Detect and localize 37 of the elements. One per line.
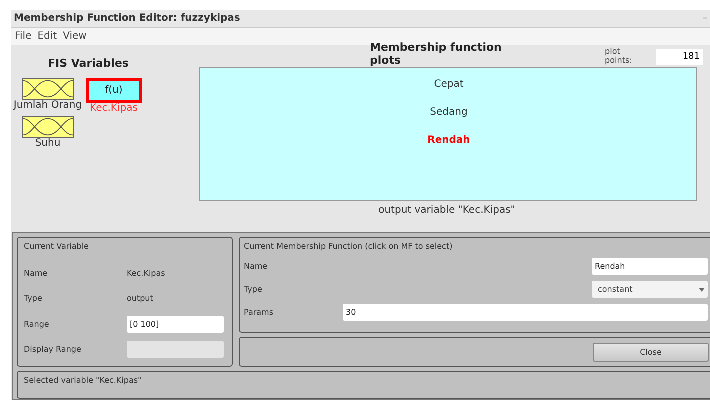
menu-item[interactable]: Edit	[38, 31, 58, 42]
membership-curves-icon[interactable]	[22, 78, 74, 100]
mf-label[interactable]: Sedang	[200, 107, 698, 118]
menu-item[interactable]: File	[15, 31, 32, 42]
plot-points-label: plot points:	[605, 47, 634, 65]
output-function-box[interactable]: f(u)	[86, 78, 142, 103]
field-value: output	[127, 294, 154, 304]
field-label: Range	[24, 320, 50, 329]
field-value: Kec.Kipas	[127, 268, 166, 278]
plot-title: Membership function plots	[370, 41, 503, 67]
panel-heading: FIS Variables	[48, 57, 129, 70]
input-field[interactable]: [0 100]	[127, 316, 224, 333]
group-title: Current Membership Function (click on MF to select)	[244, 242, 454, 251]
variable-name: Jumlah Orang	[14, 100, 82, 111]
group-title: Current Variable	[24, 242, 90, 251]
menu-item[interactable]: View	[63, 31, 87, 42]
plot-caption: output variable "Kec.Kipas"	[378, 205, 516, 216]
mf-label[interactable]: Rendah	[200, 135, 698, 146]
window-title: Membership Function Editor: fuzzykipas	[14, 13, 240, 24]
variable-name: Suhu	[35, 138, 61, 149]
params-field[interactable]: 30	[343, 304, 708, 321]
field-label: Type	[244, 285, 264, 294]
plot-points-field[interactable]: 181	[656, 48, 703, 64]
close-button[interactable]: Close	[593, 342, 709, 362]
field-label: Display Range	[24, 344, 82, 354]
field-label: Type	[24, 294, 44, 304]
name-field[interactable]: Rendah	[592, 258, 708, 275]
field-label: Name	[244, 262, 269, 271]
mf-label[interactable]: Cepat	[200, 79, 698, 90]
variable-name: Kec.Kipas	[90, 103, 138, 114]
type-dropdown[interactable]: constant	[592, 281, 708, 298]
status-text: Selected variable "Kec.Kipas"	[24, 376, 143, 385]
field-label: Params	[244, 308, 275, 317]
plot-area[interactable]: Cepat Sedang Rendah	[199, 67, 697, 201]
field-label: Name	[24, 268, 49, 278]
caret-icon	[699, 288, 705, 292]
membership-curves-icon[interactable]	[22, 116, 74, 138]
